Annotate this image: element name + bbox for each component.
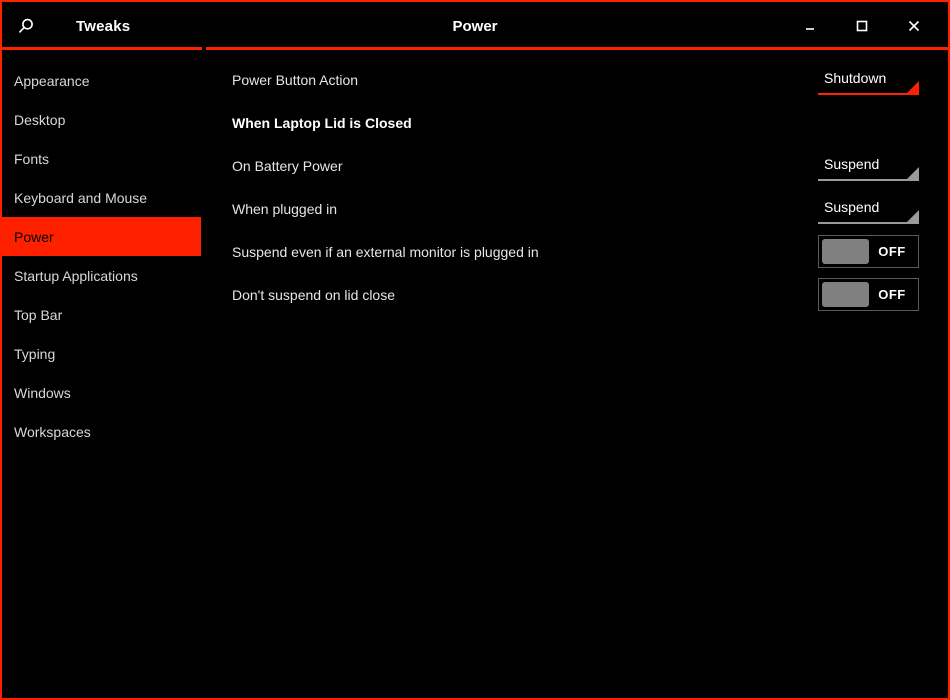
sidebar-item-startup-applications[interactable]: Startup Applications	[2, 256, 201, 295]
close-icon	[907, 19, 921, 33]
maximize-icon	[855, 19, 869, 33]
sidebar-item-label: Fonts	[14, 150, 50, 167]
titlebar-accent-gap	[202, 47, 206, 50]
sidebar-item-label: Keyboard and Mouse	[14, 189, 148, 206]
sidebar: Appearance Desktop Fonts Keyboard and Mo…	[2, 50, 201, 698]
suspend-external-monitor-toggle[interactable]: OFF	[818, 235, 919, 268]
chevron-down-icon	[907, 80, 919, 93]
setting-control: OFF	[818, 235, 919, 268]
sidebar-item-keyboard-and-mouse[interactable]: Keyboard and Mouse	[2, 178, 201, 217]
setting-control: Suspend	[818, 194, 919, 224]
setting-label: Power Button Action	[232, 71, 359, 88]
dropdown-underline	[818, 178, 919, 181]
setting-row-suspend-external-monitor: Suspend even if an external monitor is p…	[201, 230, 948, 273]
toggle-knob	[822, 282, 869, 307]
setting-row-dont-suspend-on-lid-close: Don't suspend on lid close OFF	[201, 273, 948, 316]
sidebar-item-power[interactable]: Power	[2, 217, 201, 256]
sidebar-item-label: Top Bar	[14, 306, 63, 323]
when-plugged-in-dropdown[interactable]: Suspend	[818, 194, 919, 224]
window-body: Appearance Desktop Fonts Keyboard and Mo…	[2, 50, 948, 698]
sidebar-item-workspaces[interactable]: Workspaces	[2, 412, 201, 451]
settings-panel: Power Button Action Shutdown When Laptop…	[201, 50, 948, 698]
sidebar-item-desktop[interactable]: Desktop	[2, 100, 201, 139]
toggle-knob	[822, 239, 869, 264]
close-button[interactable]	[888, 3, 940, 49]
setting-label: Don't suspend on lid close	[232, 286, 395, 303]
minimize-icon	[803, 19, 817, 33]
dropdown-value: Suspend	[824, 198, 880, 215]
setting-control: Shutdown	[818, 65, 919, 95]
titlebar: Tweaks Power	[2, 2, 948, 50]
setting-control: OFF	[818, 278, 919, 311]
power-button-action-dropdown[interactable]: Shutdown	[818, 65, 919, 95]
on-battery-power-dropdown[interactable]: Suspend	[818, 151, 919, 181]
search-icon	[16, 17, 35, 36]
sidebar-item-top-bar[interactable]: Top Bar	[2, 295, 201, 334]
sidebar-item-appearance[interactable]: Appearance	[2, 61, 201, 100]
sidebar-item-label: Windows	[14, 384, 71, 401]
dropdown-underline	[818, 221, 919, 224]
sidebar-item-label: Typing	[14, 345, 56, 362]
setting-section-when-laptop-lid-is-closed: When Laptop Lid is Closed	[201, 101, 948, 144]
toggle-state-label: OFF	[878, 244, 906, 259]
dont-suspend-on-lid-close-toggle[interactable]: OFF	[818, 278, 919, 311]
minimize-button[interactable]	[784, 3, 836, 49]
window-controls	[784, 3, 948, 49]
sidebar-item-label: Power	[14, 228, 54, 245]
setting-label: When plugged in	[232, 200, 338, 217]
dropdown-value: Suspend	[824, 155, 880, 172]
dropdown-underline	[818, 92, 919, 95]
sidebar-item-windows[interactable]: Windows	[2, 373, 201, 412]
section-heading: When Laptop Lid is Closed	[232, 114, 412, 131]
setting-row-on-battery-power: On Battery Power Suspend	[201, 144, 948, 187]
tweaks-window: Tweaks Power Appearance Desktop Fonts Ke…	[0, 0, 950, 700]
dropdown-value: Shutdown	[824, 69, 887, 86]
setting-label: On Battery Power	[232, 157, 343, 174]
sidebar-item-label: Desktop	[14, 111, 66, 128]
setting-row-power-button-action: Power Button Action Shutdown	[201, 58, 948, 101]
sidebar-item-typing[interactable]: Typing	[2, 334, 201, 373]
sidebar-item-fonts[interactable]: Fonts	[2, 139, 201, 178]
chevron-down-icon	[907, 209, 919, 222]
search-button[interactable]	[2, 3, 48, 49]
setting-row-when-plugged-in: When plugged in Suspend	[201, 187, 948, 230]
sidebar-item-label: Workspaces	[14, 423, 91, 440]
maximize-button[interactable]	[836, 3, 888, 49]
sidebar-item-label: Startup Applications	[14, 267, 138, 284]
app-title: Tweaks	[76, 17, 131, 35]
setting-control: Suspend	[818, 151, 919, 181]
sidebar-item-label: Appearance	[14, 72, 90, 89]
toggle-state-label: OFF	[878, 287, 906, 302]
chevron-down-icon	[907, 166, 919, 179]
setting-label: Suspend even if an external monitor is p…	[232, 243, 539, 260]
